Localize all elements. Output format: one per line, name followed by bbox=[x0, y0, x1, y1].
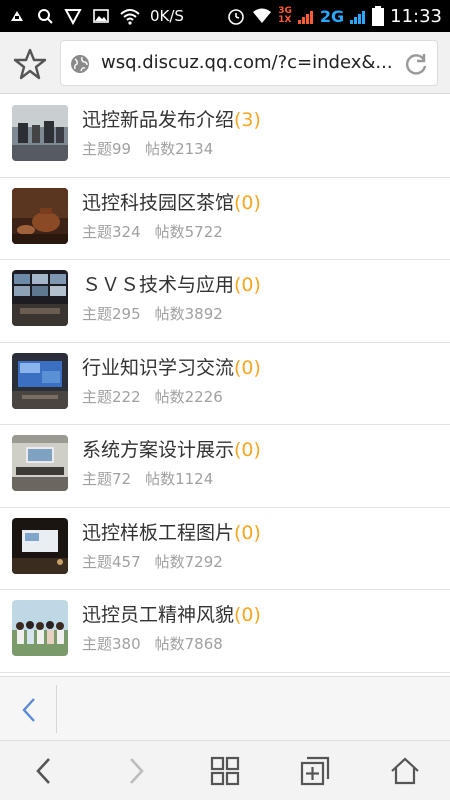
forum-list: 迅控新品发布介绍(3) 主题99 帖数2134 迅控科技园区茶馆(0) 主题324… bbox=[0, 95, 450, 673]
new-post-count: (0) bbox=[234, 439, 261, 461]
forum-item[interactable]: 迅控新品发布介绍(3) 主题99 帖数2134 bbox=[0, 95, 450, 178]
image-icon bbox=[92, 7, 110, 25]
browser-bottom-nav bbox=[0, 740, 450, 800]
back-arrow-icon[interactable] bbox=[15, 746, 75, 796]
forum-title[interactable]: ＳＶＳ技术与应用(0) bbox=[82, 270, 261, 297]
chevron-left-icon[interactable] bbox=[14, 695, 44, 729]
forum-stats: 主题72 帖数1124 bbox=[82, 468, 227, 489]
forum-thumbnail bbox=[12, 352, 68, 409]
wifi-icon bbox=[120, 7, 140, 25]
forum-stats: 主题222 帖数2226 bbox=[82, 386, 237, 407]
new-post-count: (3) bbox=[234, 109, 261, 131]
network-type-2g: 2G bbox=[319, 6, 345, 26]
forum-thumbnail bbox=[12, 105, 68, 161]
forum-stats: 主题295 帖数3892 bbox=[82, 303, 237, 324]
forum-item[interactable]: 迅控样板工程图片(0) 主题457 帖数7292 bbox=[0, 508, 450, 590]
new-post-count: (0) bbox=[234, 191, 261, 214]
topic-count: 主题72 bbox=[82, 470, 132, 488]
post-count: 帖数3892 bbox=[154, 305, 223, 323]
page-back-bar bbox=[0, 676, 450, 740]
status-bar: 0K/S 3G 1X 2G 11:33 bbox=[0, 0, 450, 32]
forum-title[interactable]: 行业知识学习交流(0) bbox=[82, 353, 261, 380]
forum-title[interactable]: 系统方案设计展示(0) bbox=[82, 435, 261, 462]
grid-icon[interactable] bbox=[195, 746, 255, 796]
forum-item[interactable]: 系统方案设计展示(0) 主题72 帖数1124 bbox=[0, 425, 450, 508]
topic-count: 主题324 bbox=[82, 222, 141, 241]
wifi-signal-icon bbox=[252, 7, 272, 25]
add-tab-icon[interactable] bbox=[285, 746, 345, 796]
new-post-count: (0) bbox=[234, 604, 261, 626]
forum-title[interactable]: 迅控员工精神风貌(0) bbox=[82, 600, 261, 627]
usb-icon bbox=[8, 7, 26, 25]
forum-thumbnail bbox=[12, 600, 68, 656]
forum-item[interactable]: 迅控员工精神风貌(0) 主题380 帖数7868 bbox=[0, 590, 450, 673]
browser-toolbar: wsq.discuz.qq.com/?c=index&... bbox=[0, 32, 450, 94]
signal-bars-2g-icon bbox=[350, 8, 366, 24]
forum-thumbnail bbox=[12, 187, 68, 244]
topic-count: 主题295 bbox=[82, 305, 141, 323]
new-post-count: (0) bbox=[234, 274, 261, 296]
new-post-count: (0) bbox=[234, 521, 261, 544]
forum-item[interactable]: 行业知识学习交流(0) 主题222 帖数2226 bbox=[0, 343, 450, 425]
forum-stats: 主题457 帖数7292 bbox=[82, 551, 237, 572]
search-status-icon bbox=[36, 7, 54, 25]
battery-icon bbox=[372, 6, 385, 26]
refresh-icon[interactable] bbox=[403, 51, 429, 81]
clock-time: 11:33 bbox=[390, 5, 442, 27]
forum-thumbnail bbox=[12, 517, 68, 574]
post-count: 帖数5722 bbox=[154, 222, 223, 241]
post-count: 帖数2134 bbox=[145, 140, 214, 158]
forum-item[interactable]: ＳＶＳ技术与应用(0) 主题295 帖数3892 bbox=[0, 260, 450, 343]
home-icon[interactable] bbox=[375, 746, 435, 796]
forum-title[interactable]: 迅控科技园区茶馆(0) bbox=[82, 188, 261, 215]
post-count: 帖数7868 bbox=[154, 635, 223, 653]
topic-count: 主题380 bbox=[82, 635, 141, 653]
address-bar[interactable]: wsq.discuz.qq.com/?c=index&... bbox=[60, 40, 438, 86]
topic-count: 主题222 bbox=[82, 387, 141, 406]
network-type-3g: 3G 1X bbox=[278, 6, 292, 25]
new-post-count: (0) bbox=[234, 356, 261, 379]
forum-title[interactable]: 迅控样板工程图片(0) bbox=[82, 518, 261, 545]
forward-arrow-icon[interactable] bbox=[105, 746, 165, 796]
shield-icon bbox=[64, 7, 82, 25]
alarm-icon bbox=[226, 6, 246, 26]
globe-icon bbox=[69, 53, 91, 79]
forum-stats: 主题99 帖数2134 bbox=[82, 138, 227, 159]
forum-stats: 主题380 帖数7868 bbox=[82, 633, 237, 654]
forum-title[interactable]: 迅控新品发布介绍(3) bbox=[82, 105, 261, 132]
topic-count: 主题457 bbox=[82, 552, 141, 571]
signal-bars-icon bbox=[297, 8, 314, 24]
star-icon[interactable] bbox=[12, 46, 48, 82]
divider bbox=[56, 685, 57, 733]
post-count: 帖数1124 bbox=[145, 470, 214, 488]
forum-thumbnail bbox=[12, 270, 68, 326]
post-count: 帖数7292 bbox=[154, 552, 223, 571]
network-speed: 0K/S bbox=[150, 7, 184, 25]
forum-item[interactable]: 迅控科技园区茶馆(0) 主题324 帖数5722 bbox=[0, 178, 450, 260]
url-text[interactable]: wsq.discuz.qq.com/?c=index&... bbox=[101, 52, 401, 73]
forum-thumbnail bbox=[12, 435, 68, 491]
forum-stats: 主题324 帖数5722 bbox=[82, 221, 237, 242]
post-count: 帖数2226 bbox=[154, 387, 223, 406]
topic-count: 主题99 bbox=[82, 140, 132, 158]
